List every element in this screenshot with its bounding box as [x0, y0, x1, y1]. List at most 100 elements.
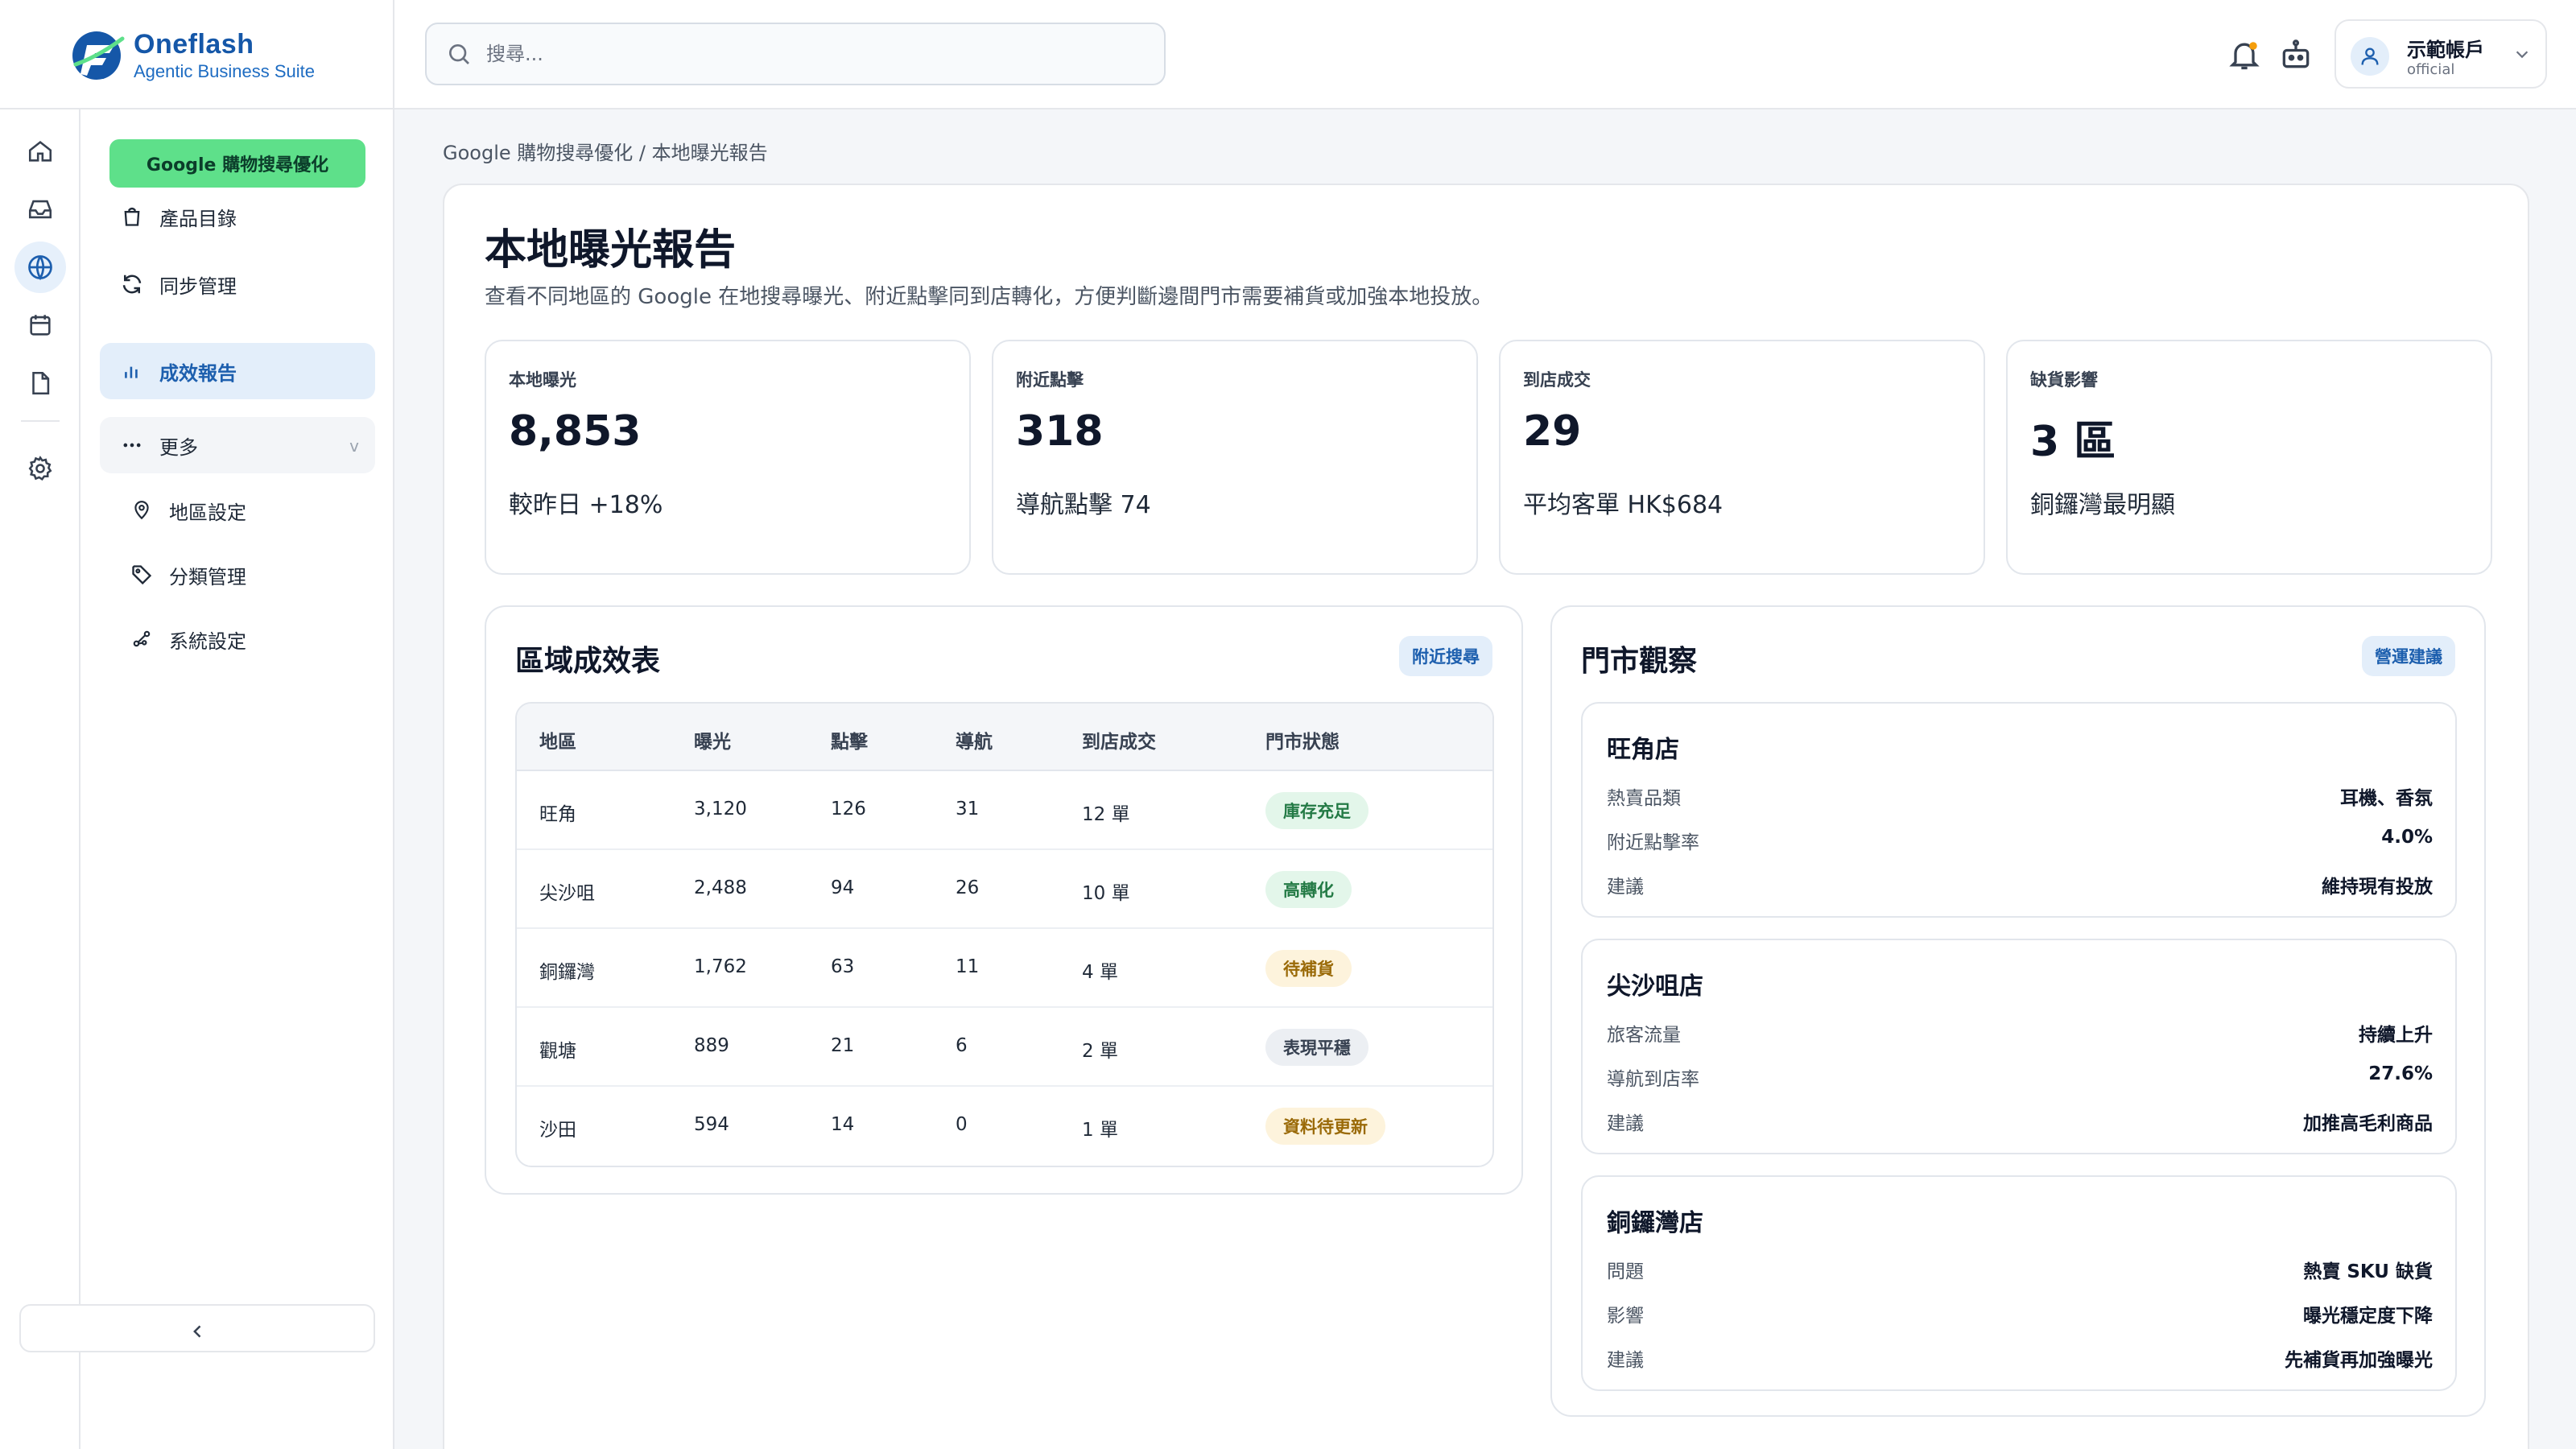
- rail-settings-button[interactable]: [14, 443, 66, 494]
- cell-orders: 1 單: [1082, 1120, 1118, 1141]
- sidebar-item-product-catalog[interactable]: 產品目錄: [100, 188, 375, 245]
- breadcrumb[interactable]: Google 購物搜尋優化 / 本地曝光報告: [443, 137, 768, 165]
- sidebar-item-sync[interactable]: 同步管理: [100, 256, 375, 312]
- bag-icon: [116, 200, 148, 233]
- store-metric-row: 影響 曝光穩定度下降: [1607, 1300, 2433, 1332]
- table-row[interactable]: 銅鑼灣 1,762 63 11 4 單 待補貨: [517, 929, 1492, 1008]
- search-icon: [449, 44, 469, 64]
- location-pin-icon: [126, 494, 158, 526]
- cell-navigation: 11: [956, 956, 980, 977]
- icon-rail: [0, 109, 80, 1449]
- sidebar-subitem-label: 地區設定: [169, 501, 246, 524]
- search-box[interactable]: [425, 23, 1166, 85]
- cell-navigation: 6: [956, 1035, 968, 1056]
- store-metric-row: 建議 先補貨再加強曝光: [1607, 1344, 2433, 1377]
- cell-orders: 12 單: [1082, 804, 1130, 825]
- store-card: 尖沙咀店 旅客流量 持續上升 導航到店率 27.6% 建議 加推高毛利商品: [1581, 939, 2457, 1154]
- brand-header: Oneflash Agentic Business Suite: [0, 0, 394, 109]
- column-header-impressions[interactable]: 曝光: [694, 726, 731, 753]
- status-badge: 表現平穩: [1265, 1029, 1368, 1066]
- cell-region: 銅鑼灣: [539, 962, 595, 983]
- sidebar-subitem-category-management[interactable]: 分類管理: [126, 551, 367, 599]
- operations-advice-tag[interactable]: 營運建議: [2362, 636, 2455, 676]
- metric-label: 建議: [1607, 1113, 1644, 1134]
- home-icon: [28, 141, 52, 162]
- sync-icon: [116, 268, 148, 300]
- more-icon: [116, 429, 148, 461]
- sidebar: Google 購物搜尋優化 產品目錄 同步管理 成效報告 更多 v 地區設定 分…: [80, 109, 394, 1449]
- search-input[interactable]: [486, 43, 1146, 65]
- sidebar-subitem-system-settings[interactable]: 系統設定: [126, 615, 367, 663]
- sidebar-subitem-label: 系統設定: [169, 630, 246, 653]
- column-header-store-status[interactable]: 門市狀態: [1265, 726, 1340, 753]
- sidebar-item-label: 同步管理: [159, 275, 237, 298]
- table-row[interactable]: 沙田 594 14 0 1 單 資料待更新: [517, 1087, 1492, 1166]
- chevron-left-icon: [193, 1325, 201, 1338]
- column-header-region[interactable]: 地區: [539, 726, 576, 753]
- cell-navigation: 26: [956, 877, 980, 898]
- cell-region: 尖沙咀: [539, 883, 595, 904]
- account-name: 示範帳戶: [2407, 39, 2484, 61]
- kpi-subtext: 較昨日 +18%: [509, 491, 663, 519]
- column-header-clicks[interactable]: 點擊: [831, 726, 868, 753]
- oneflash-logo-icon: [72, 31, 125, 80]
- kpi-label: 附近點擊: [1016, 370, 1084, 390]
- sidebar-item-label: 產品目錄: [159, 207, 237, 230]
- metric-label: 建議: [1607, 1350, 1644, 1371]
- table-header: 地區 曝光 點擊 導航 到店成交 門市狀態: [517, 704, 1492, 771]
- metric-label: 附近點擊率: [1607, 832, 1699, 853]
- store-card: 旺角店 熱賣品類 耳機、香氛 附近點擊率 4.0% 建議 維持現有投放: [1581, 702, 2457, 918]
- notifications-button[interactable]: [2227, 37, 2262, 72]
- cell-clicks: 94: [831, 877, 855, 898]
- store-metric-row: 導航到店率 27.6%: [1607, 1063, 2433, 1096]
- bell-icon: [2229, 42, 2260, 70]
- account-menu[interactable]: 示範帳戶 official: [2334, 19, 2547, 89]
- assistant-button[interactable]: [2278, 37, 2314, 72]
- status-badge: 待補貨: [1265, 950, 1352, 987]
- sidebar-subitem-region-settings[interactable]: 地區設定: [126, 486, 367, 535]
- cell-orders: 4 單: [1082, 962, 1118, 983]
- store-card: 銅鑼灣店 問題 熱賣 SKU 缺貨 影響 曝光穩定度下降 建議 先補貨再加強曝光: [1581, 1175, 2457, 1391]
- column-header-store-orders[interactable]: 到店成交: [1082, 726, 1156, 753]
- table-row[interactable]: 觀塘 889 21 6 2 單 表現平穩: [517, 1008, 1492, 1087]
- gear-icon: [28, 456, 52, 481]
- kpi-label: 到店成交: [1523, 370, 1591, 390]
- rail-inbox-button[interactable]: [14, 184, 66, 235]
- table-row[interactable]: 旺角 3,120 126 31 12 單 庫存充足: [517, 771, 1492, 850]
- metric-value: 持續上升: [2359, 1025, 2433, 1046]
- metric-value: 加推高毛利商品: [2303, 1113, 2433, 1134]
- rail-calendar-button[interactable]: [14, 299, 66, 351]
- kpi-value: 318: [1016, 407, 1104, 456]
- metric-value: 曝光穩定度下降: [2303, 1306, 2433, 1327]
- rail-globe-button[interactable]: [14, 242, 66, 293]
- table-row[interactable]: 尖沙咀 2,488 94 26 10 單 高轉化: [517, 850, 1492, 929]
- top-bar: 示範帳戶 official: [394, 0, 2576, 109]
- cell-orders: 10 單: [1082, 883, 1130, 904]
- rail-home-button[interactable]: [14, 126, 66, 177]
- column-header-navigation[interactable]: 導航: [956, 726, 993, 753]
- section-badge[interactable]: Google 購物搜尋優化: [109, 139, 365, 188]
- rail-document-button[interactable]: [14, 357, 66, 409]
- kpi-subtext: 平均客單 HK$684: [1523, 491, 1724, 519]
- cell-orders: 2 單: [1082, 1041, 1118, 1062]
- sidebar-item-more[interactable]: 更多 v: [100, 417, 375, 473]
- metric-value: 27.6%: [2368, 1063, 2433, 1084]
- store-observation-panel: 門市觀察 營運建議 旺角店 熱賣品類 耳機、香氛 附近點擊率 4.0% 建議 維持現有投放尖…: [1550, 605, 2486, 1417]
- cell-impressions: 594: [694, 1114, 729, 1135]
- nearby-search-tag[interactable]: 附近搜尋: [1399, 636, 1492, 676]
- region-table: 地區 曝光 點擊 導航 到店成交 門市狀態 旺角 3,120 126 31 12 單 庫存…: [515, 702, 1494, 1167]
- kpi-value: 8,853: [509, 407, 642, 456]
- panel-title: 門市觀察: [1581, 645, 1698, 678]
- kpi-value: 29: [1523, 407, 1582, 456]
- metric-value: 先補貨再加強曝光: [2285, 1350, 2433, 1371]
- share-icon: [126, 623, 158, 655]
- cell-region: 觀塘: [539, 1041, 576, 1062]
- sidebar-collapse-button[interactable]: [19, 1304, 375, 1352]
- store-metric-row: 問題 熱賣 SKU 缺貨: [1607, 1256, 2433, 1288]
- cell-region: 沙田: [539, 1120, 576, 1141]
- brand-tagline: Agentic Business Suite: [134, 61, 316, 81]
- kpi-card-store-orders: 到店成交 29 平均客單 HK$684: [1499, 340, 1985, 575]
- sidebar-item-performance-report[interactable]: 成效報告: [100, 343, 375, 399]
- metric-label: 影響: [1607, 1306, 1644, 1327]
- store-metric-row: 附近點擊率 4.0%: [1607, 827, 2433, 859]
